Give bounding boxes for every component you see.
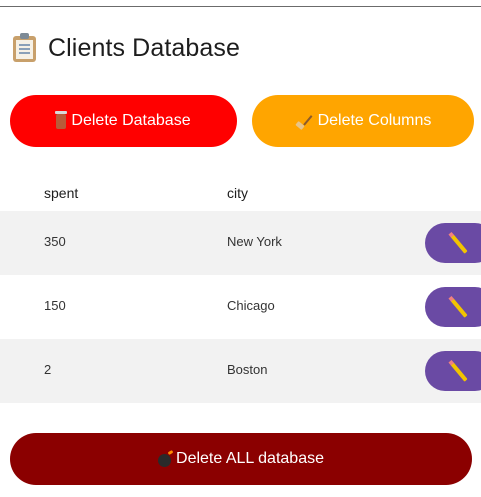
column-header-spent: spent [44, 185, 79, 201]
table-header: spent city [0, 175, 481, 211]
pencil-icon [450, 298, 468, 318]
clipboard-icon [12, 33, 38, 63]
delete-all-database-label: Delete ALL database [176, 450, 324, 467]
table-row: 2 Boston [0, 339, 481, 403]
bomb-icon [158, 454, 172, 467]
page-header: Clients Database [12, 30, 240, 66]
page-title: Clients Database [48, 33, 240, 62]
cell-city: New York [227, 234, 282, 249]
cell-spent: 350 [44, 234, 66, 249]
cell-spent: 150 [44, 298, 66, 313]
pencil-icon [450, 234, 468, 254]
broom-icon [295, 113, 313, 129]
table-row: 150 Chicago [0, 275, 481, 339]
column-header-city: city [227, 185, 248, 201]
delete-columns-label: Delete Columns [317, 112, 432, 129]
edit-row-button[interactable] [425, 223, 481, 263]
table-row: 350 New York [0, 211, 481, 275]
delete-database-label: Delete Database [71, 112, 191, 129]
cell-city: Chicago [227, 298, 275, 313]
cell-city: Boston [227, 362, 268, 377]
pencil-icon [450, 362, 468, 382]
delete-columns-button[interactable]: Delete Columns [252, 95, 474, 147]
edit-row-button[interactable] [425, 287, 481, 327]
edit-row-button[interactable] [425, 351, 481, 391]
trash-icon [55, 110, 68, 129]
delete-all-database-button[interactable]: Delete ALL database [10, 433, 472, 485]
delete-database-button[interactable]: Delete Database [10, 95, 237, 147]
top-divider [0, 6, 481, 7]
cell-spent: 2 [44, 362, 52, 377]
